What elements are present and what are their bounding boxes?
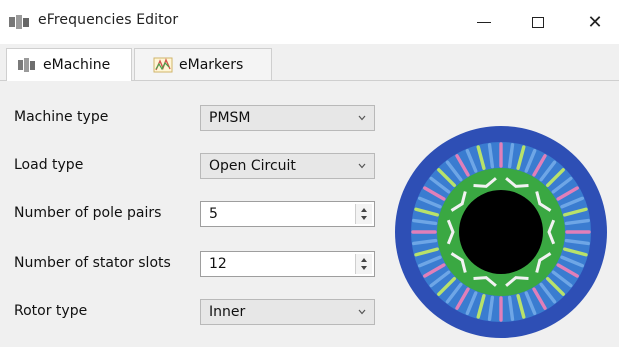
load-type-select[interactable]: Open Circuit xyxy=(200,153,375,179)
machine-icon xyxy=(18,58,35,72)
title-bar: eFrequencies Editor ✕ xyxy=(0,0,619,45)
tab-emachine[interactable]: eMachine xyxy=(6,48,132,81)
minimize-icon xyxy=(477,21,491,23)
app-icon xyxy=(9,15,29,29)
stator-slots-value: 12 xyxy=(209,256,227,272)
tab-label: eMarkers xyxy=(179,56,244,73)
pole-pairs-value: 5 xyxy=(209,206,218,222)
pole-pairs-label: Number of pole pairs xyxy=(14,205,162,221)
pole-pairs-stepper[interactable] xyxy=(355,204,372,224)
rotor-type-select[interactable]: Inner xyxy=(200,299,375,325)
maximize-icon xyxy=(532,16,544,28)
machine-type-value: PMSM xyxy=(209,110,251,126)
tab-label: eMachine xyxy=(43,57,111,73)
markers-icon xyxy=(153,57,173,72)
pole-pairs-spinbox[interactable]: 5 xyxy=(200,201,375,227)
stator-slots-label: Number of stator slots xyxy=(14,255,171,271)
machine-type-select[interactable]: PMSM xyxy=(200,105,375,131)
maximize-button[interactable] xyxy=(516,0,560,44)
stator-slots-spinbox[interactable]: 12 xyxy=(200,251,375,277)
tab-bar: eMachine eMarkers xyxy=(0,44,619,81)
load-type-label: Load type xyxy=(14,157,84,173)
close-button[interactable]: ✕ xyxy=(573,0,617,44)
machine-preview xyxy=(395,126,607,338)
window-title: eFrequencies Editor xyxy=(38,12,179,28)
close-icon: ✕ xyxy=(587,11,603,33)
machine-type-label: Machine type xyxy=(14,109,109,125)
chevron-down-icon xyxy=(358,309,366,315)
rotor-type-value: Inner xyxy=(209,304,246,320)
shaft xyxy=(459,190,543,274)
chevron-down-icon xyxy=(358,115,366,121)
stator-slots-stepper[interactable] xyxy=(355,254,372,274)
tab-emarkers[interactable]: eMarkers xyxy=(134,48,272,80)
stepper-arrows-icon xyxy=(361,208,367,220)
stepper-arrows-icon xyxy=(361,258,367,270)
load-type-value: Open Circuit xyxy=(209,158,296,174)
minimize-button[interactable] xyxy=(462,0,506,44)
rotor-type-label: Rotor type xyxy=(14,303,88,319)
chevron-down-icon xyxy=(358,163,366,169)
